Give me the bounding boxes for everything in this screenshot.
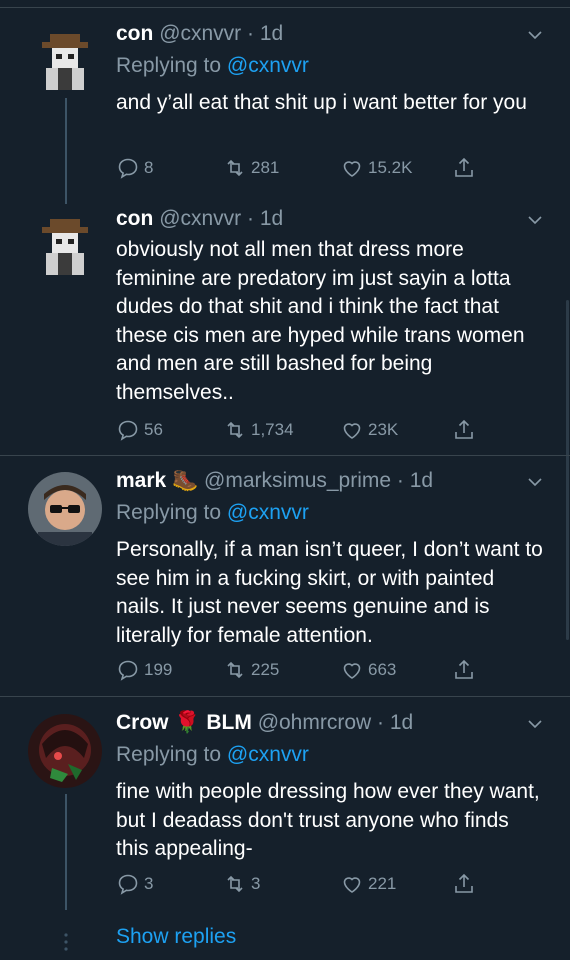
replying-to-handle[interactable]: @cxnvvr — [227, 501, 309, 524]
timestamp[interactable]: · 1d — [377, 711, 413, 734]
avatar[interactable] — [28, 714, 102, 788]
user-handle[interactable]: @cxnvvr — [159, 207, 241, 230]
reply-count: 3 — [144, 874, 154, 893]
replying-to-label: Replying to — [116, 54, 222, 77]
reply-icon — [118, 420, 138, 441]
heart-icon — [343, 423, 361, 439]
reply-button[interactable]: 3 — [116, 871, 153, 897]
avatar[interactable] — [28, 28, 102, 102]
heart-icon — [343, 877, 361, 893]
reply-count: 199 — [144, 660, 173, 679]
name-emoji: 🌹 — [174, 711, 201, 734]
share-icon — [455, 157, 473, 177]
reply-button[interactable]: 199 — [116, 657, 172, 683]
share-icon — [455, 873, 473, 893]
tweet-text: and y’all eat that shit up i want better… — [116, 91, 527, 114]
share-icon — [455, 659, 473, 679]
user-handle[interactable]: @marksimus_prime — [204, 469, 391, 492]
reply-icon — [118, 660, 138, 681]
divider — [0, 455, 570, 456]
retweet-button[interactable]: 225 — [223, 657, 279, 683]
replying-to: Replying to @cxnvvr — [116, 501, 309, 525]
user-handle[interactable]: @ohmrcrow — [258, 711, 372, 734]
tweet-actions: 8 281 15.2K — [116, 155, 496, 181]
top-border — [0, 0, 570, 8]
tweet-header: con @cxnvvr · 1d — [116, 22, 283, 46]
share-button[interactable] — [452, 871, 476, 897]
tweet-actions: 199 225 663 — [116, 657, 496, 683]
tweet-text: fine with people dressing how ever they … — [116, 780, 540, 860]
tweet-text: obviously not all men that dress more fe… — [116, 238, 525, 404]
share-button[interactable] — [452, 657, 476, 683]
avatar[interactable] — [28, 472, 102, 546]
chevron-down-icon[interactable] — [528, 475, 542, 489]
retweet-button[interactable]: 3 — [223, 871, 260, 897]
thread-line — [65, 98, 67, 204]
reply-icon — [118, 158, 138, 179]
retweet-button[interactable]: 281 — [223, 155, 279, 181]
replying-to-handle[interactable]: @cxnvvr — [227, 743, 309, 766]
retweet-icon — [227, 661, 243, 679]
chevron-down-icon[interactable] — [528, 213, 542, 227]
retweet-button[interactable]: 1,734 — [223, 417, 294, 443]
heart-icon — [343, 161, 361, 177]
chevron-down-icon[interactable] — [528, 717, 542, 731]
replying-to-label: Replying to — [116, 743, 222, 766]
timestamp[interactable]: · 1d — [397, 469, 433, 492]
share-button[interactable] — [452, 417, 476, 443]
replying-to: Replying to @cxnvvr — [116, 743, 309, 767]
chevron-down-icon[interactable] — [528, 28, 542, 42]
display-name-suffix[interactable]: BLM — [206, 711, 252, 734]
like-button[interactable]: 23K — [340, 417, 398, 443]
user-handle[interactable]: @cxnvvr — [159, 22, 241, 45]
like-count: 23K — [368, 420, 399, 439]
heart-icon — [343, 663, 361, 679]
divider — [0, 696, 570, 697]
reply-count: 56 — [144, 420, 163, 439]
display-name[interactable]: con — [116, 22, 153, 45]
display-name[interactable]: con — [116, 207, 153, 230]
thread-line — [65, 794, 67, 910]
timestamp[interactable]: · 1d — [247, 22, 283, 45]
reply-button[interactable]: 56 — [116, 417, 163, 443]
like-button[interactable]: 15.2K — [340, 155, 412, 181]
timestamp[interactable]: · 1d — [247, 207, 283, 230]
name-emoji: 🥾 — [172, 469, 199, 492]
retweet-icon — [227, 159, 243, 177]
tweet-header: Crow 🌹 BLM @ohmrcrow · 1d — [116, 711, 413, 735]
tweet-header: mark 🥾 @marksimus_prime · 1d — [116, 469, 433, 493]
avatar[interactable] — [28, 213, 102, 287]
reply-count: 8 — [144, 158, 154, 177]
like-button[interactable]: 221 — [340, 871, 396, 897]
retweet-count: 225 — [251, 660, 280, 679]
reply-button[interactable]: 8 — [116, 155, 153, 181]
share-button[interactable] — [452, 155, 476, 181]
tweet-actions: 56 1,734 23K — [116, 417, 496, 443]
reply-icon — [118, 874, 138, 895]
tweet-text: Personally, if a man isn’t queer, I don’… — [116, 538, 543, 647]
like-count: 663 — [368, 660, 397, 679]
display-name[interactable]: Crow — [116, 711, 169, 734]
like-count: 15.2K — [368, 158, 413, 177]
retweet-count: 3 — [251, 874, 261, 893]
share-icon — [455, 419, 473, 439]
display-name[interactable]: mark — [116, 469, 166, 492]
show-replies-link[interactable]: Show replies — [116, 925, 236, 949]
replying-to-handle[interactable]: @cxnvvr — [227, 54, 309, 77]
like-count: 221 — [368, 874, 397, 893]
retweet-icon — [227, 421, 243, 439]
replying-to: Replying to @cxnvvr — [116, 54, 309, 78]
more-dots-icon — [64, 933, 68, 951]
retweet-count: 281 — [251, 158, 280, 177]
replying-to-label: Replying to — [116, 501, 222, 524]
like-button[interactable]: 663 — [340, 657, 396, 683]
retweet-count: 1,734 — [251, 420, 294, 439]
tweet-actions: 3 3 221 — [116, 871, 496, 897]
retweet-icon — [227, 875, 243, 893]
tweet-header: con @cxnvvr · 1d — [116, 207, 283, 231]
scrollbar[interactable] — [566, 300, 569, 640]
